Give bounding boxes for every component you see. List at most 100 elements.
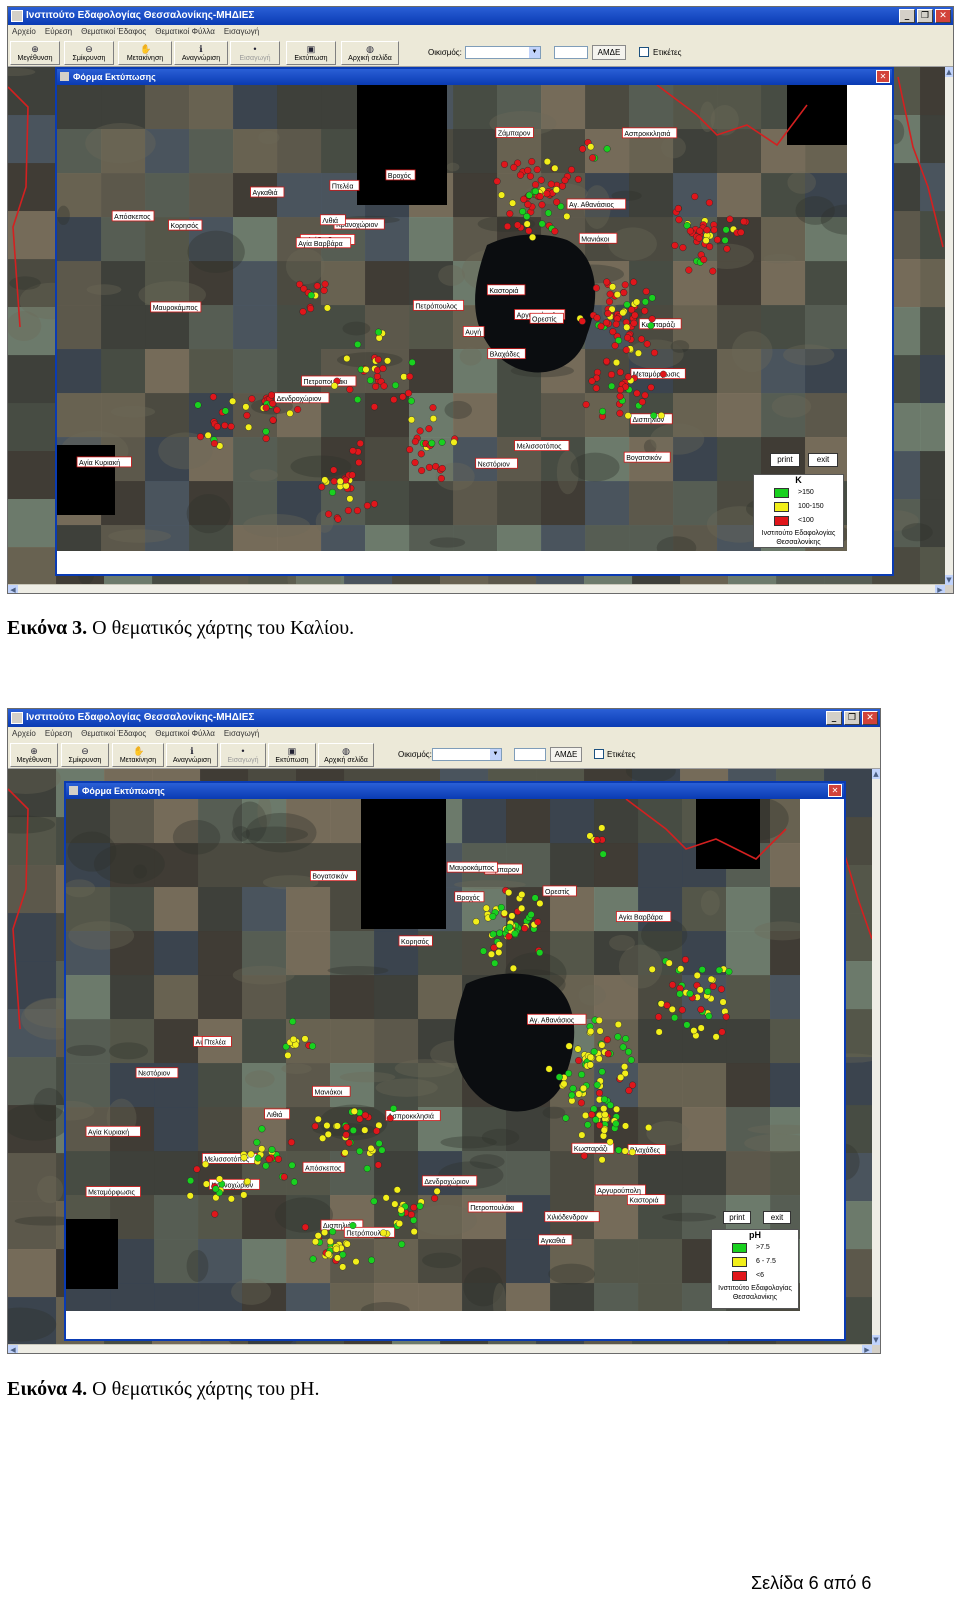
app-icon xyxy=(11,10,23,22)
scroll-right-icon[interactable]: ▶ xyxy=(935,585,945,593)
labels-checkbox[interactable] xyxy=(594,749,604,759)
menu-thematic-soil[interactable]: Θεματικοί Έδαφος xyxy=(81,727,146,741)
svg-text:Κορησός: Κορησός xyxy=(401,938,430,946)
svg-text:Ασπροκκλησιά: Ασπροκκλησιά xyxy=(624,130,670,138)
menu-thematic-soil[interactable]: Θεματικοί Έδαφος xyxy=(81,25,146,39)
minimize-icon[interactable]: _ xyxy=(826,711,842,725)
svg-text:Λιθιά: Λιθιά xyxy=(322,217,338,225)
svg-text:Πτελέα: Πτελέα xyxy=(332,182,354,190)
info-icon: ℹ xyxy=(190,746,194,756)
amde-button[interactable]: ΑΜΔΕ xyxy=(592,45,626,60)
magnify-minus-icon: ⊖ xyxy=(85,44,93,54)
magnify-plus-icon: ⊕ xyxy=(31,44,39,54)
scroll-up-icon[interactable]: ▲ xyxy=(944,67,953,77)
close-icon[interactable]: ✕ xyxy=(935,9,951,23)
svg-text:Βροχός: Βροχός xyxy=(388,172,412,180)
scroll-up-icon[interactable]: ▲ xyxy=(871,769,880,779)
close-icon[interactable]: ✕ xyxy=(862,711,878,725)
menu-import[interactable]: Εισαγωγή xyxy=(224,727,259,741)
tool-label: Μετακίνηση xyxy=(119,757,157,764)
scroll-right-icon[interactable]: ▶ xyxy=(862,1345,872,1353)
amde-button[interactable]: ΑΜΔΕ xyxy=(550,747,582,762)
svg-text:Μαυροκάμπος: Μαυροκάμπος xyxy=(449,864,495,872)
caption-label: Εικόνα 4. xyxy=(7,1378,88,1400)
labels-checkbox-label: Ετικέτες xyxy=(607,750,636,759)
minimize-icon[interactable]: _ xyxy=(899,9,915,23)
caption-label: Εικόνα 3. xyxy=(7,617,88,639)
form-icon xyxy=(69,786,78,795)
legend-footer: Ινστιτούτο Εδαφολογίας Θεσσαλονίκης xyxy=(754,528,843,547)
svg-text:Αγία Κυριακή: Αγία Κυριακή xyxy=(79,459,120,467)
svg-text:Αγία Κυριακή: Αγία Κυριακή xyxy=(88,1128,129,1136)
zoom-out-button[interactable]: ⊖ Σμίκρυνση xyxy=(64,41,114,65)
form-close-icon[interactable]: ✕ xyxy=(828,784,842,797)
labels-checkbox-label: Ετικέτες xyxy=(653,48,682,57)
maximize-icon[interactable]: ❐ xyxy=(917,9,933,23)
form-close-icon[interactable]: ✕ xyxy=(876,70,890,83)
insert-icon: • xyxy=(241,746,245,756)
print-button[interactable]: print xyxy=(770,453,800,467)
maximize-icon[interactable]: ❐ xyxy=(844,711,860,725)
window-titlebar: Ινστιτούτο Εδαφολογίας Θεσσαλονίκης-ΜΗΔΙ… xyxy=(8,7,953,25)
legend-item: 6 - 7.5 xyxy=(712,1255,798,1269)
labels-checkbox[interactable] xyxy=(639,47,649,57)
svg-text:Βογατσικόν: Βογατσικόν xyxy=(626,454,662,462)
settlement-select[interactable]: ▼ xyxy=(465,46,541,59)
scroll-down-icon[interactable]: ▼ xyxy=(944,575,953,585)
print-form-titlebar: Φόρμα Εκτύπωσης ✕ xyxy=(57,69,892,85)
menu-file[interactable]: Αρχείο xyxy=(12,25,36,39)
exit-button[interactable]: exit xyxy=(763,1211,791,1224)
legend-item: >7.5 xyxy=(712,1241,798,1255)
horizontal-scrollbar[interactable]: ◀ ▶ xyxy=(8,584,945,593)
window-title: Ινστιτούτο Εδαφολογίας Θεσσαλονίκης-ΜΗΔΙ… xyxy=(26,712,255,723)
app-icon xyxy=(11,712,23,724)
tool-label: Αναγνώριση xyxy=(181,55,221,62)
scroll-left-icon[interactable]: ◀ xyxy=(8,585,18,593)
print-form-title: Φόρμα Εκτύπωσης xyxy=(82,786,165,796)
horizontal-scrollbar[interactable]: ◀ ▶ xyxy=(8,1344,872,1353)
chevron-down-icon[interactable]: ▼ xyxy=(529,47,540,58)
pan-button[interactable]: ✋ Μετακίνηση xyxy=(118,41,172,65)
pan-button[interactable]: ✋ Μετακίνηση xyxy=(112,743,164,767)
identify-button[interactable]: ℹ Αναγνώριση xyxy=(174,41,228,65)
menu-search[interactable]: Εύρεση xyxy=(45,25,72,39)
chevron-down-icon[interactable]: ▼ xyxy=(490,749,501,760)
home-page-button[interactable]: ◍ Αρχική σελίδα xyxy=(341,41,399,65)
zoom-out-button[interactable]: ⊖ Σμίκρυνση xyxy=(61,743,109,767)
amde-input[interactable] xyxy=(554,46,588,59)
menu-thematic-leaves[interactable]: Θεματικοί Φύλλα xyxy=(155,727,215,741)
print-form-window: Φόρμα Εκτύπωσης ✕ Αγία ΚυριακήΑγκαθιάΑργ… xyxy=(55,67,894,576)
legend-item: >150 xyxy=(754,486,843,500)
zoom-in-button[interactable]: ⊕ Μεγέθυνση xyxy=(10,743,58,767)
menu-thematic-leaves[interactable]: Θεματικοί Φύλλα xyxy=(155,25,215,39)
scroll-left-icon[interactable]: ◀ xyxy=(8,1345,18,1353)
import-button[interactable]: • Εισαγωγή xyxy=(220,743,266,767)
screenshot-ph-map: Ινστιτούτο Εδαφολογίας Θεσσαλονίκης-ΜΗΔΙ… xyxy=(7,708,881,1354)
menu-file[interactable]: Αρχείο xyxy=(12,727,36,741)
import-button[interactable]: • Εισαγωγή xyxy=(230,41,280,65)
window-titlebar: Ινστιτούτο Εδαφολογίας Θεσσαλονίκης-ΜΗΔΙ… xyxy=(8,709,880,727)
menu-search[interactable]: Εύρεση xyxy=(45,727,72,741)
settlement-select[interactable]: ▼ xyxy=(432,748,502,761)
figure-caption-3: Εικόνα 3. Ο θεματικός χάρτης του Καλίου. xyxy=(7,617,354,640)
exit-button[interactable]: exit xyxy=(808,453,838,467)
scroll-down-icon[interactable]: ▼ xyxy=(871,1335,880,1345)
svg-text:Πετροπουλάκι: Πετροπουλάκι xyxy=(304,378,348,386)
identify-button[interactable]: ℹ Αναγνώριση xyxy=(166,743,218,767)
zoom-in-button[interactable]: ⊕ Μεγέθυνση xyxy=(10,41,60,65)
svg-text:Ζάμπαρον: Ζάμπαρον xyxy=(498,129,531,137)
tool-label: Μεγέθυνση xyxy=(17,55,53,62)
legend-swatch xyxy=(732,1243,747,1253)
print-tool-button[interactable]: ▣ Εκτύπωση xyxy=(268,743,316,767)
print-button[interactable]: print xyxy=(723,1211,751,1224)
amde-input[interactable] xyxy=(514,748,546,761)
menu-import[interactable]: Εισαγωγή xyxy=(224,25,259,39)
svg-text:Μανιάκοι: Μανιάκοι xyxy=(581,235,609,243)
print-tool-button[interactable]: ▣ Εκτύπωση xyxy=(286,41,336,65)
svg-text:Χιλιόδενδρον: Χιλιόδενδρον xyxy=(547,1214,588,1222)
print-form-title: Φόρμα Εκτύπωσης xyxy=(73,72,156,82)
home-page-button[interactable]: ◍ Αρχική σελίδα xyxy=(318,743,374,767)
svg-text:Βογατσικόν: Βογατσικόν xyxy=(312,873,348,881)
legend-swatch xyxy=(774,502,789,512)
svg-text:Αγία Βαρβάρα: Αγία Βαρβάρα xyxy=(618,914,662,922)
